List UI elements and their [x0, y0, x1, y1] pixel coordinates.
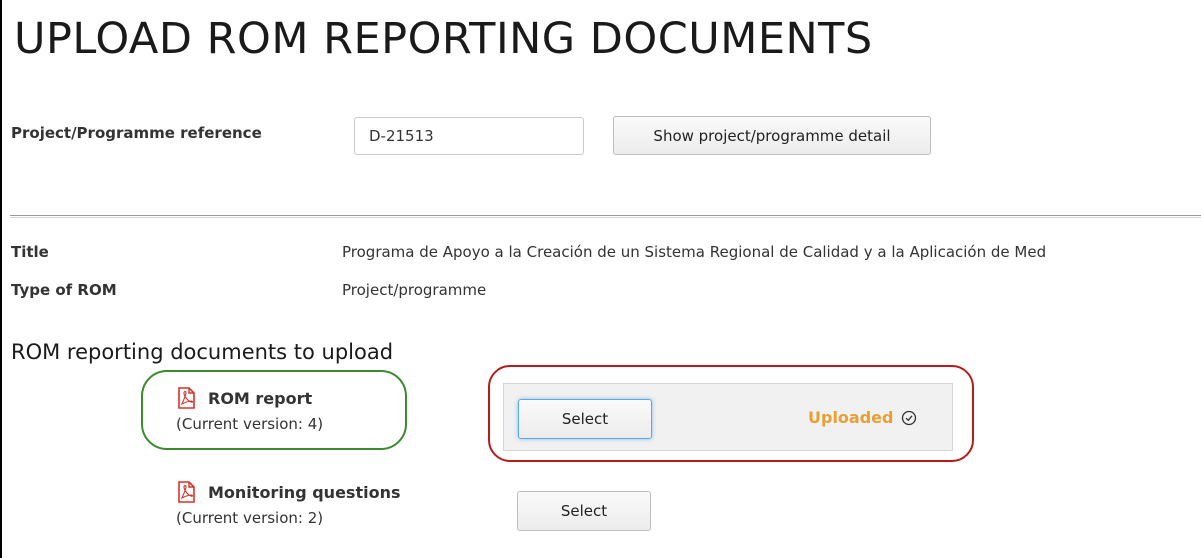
reference-label: Project/Programme reference [11, 124, 262, 142]
check-circle-icon [902, 410, 917, 425]
document-version: (Current version: 2) [176, 509, 324, 527]
select-button-rom-report[interactable]: Select [518, 399, 652, 439]
uploaded-status: Uploaded [808, 408, 917, 427]
section-heading: ROM reporting documents to upload [11, 340, 394, 364]
select-button-monitoring-questions[interactable]: Select [517, 491, 651, 531]
document-name: Monitoring questions [208, 482, 401, 502]
left-border [0, 0, 2, 558]
document-item-rom-report: ROM report (Current version: 4) [176, 387, 323, 433]
document-item-monitoring-questions: Monitoring questions (Current version: 2… [176, 481, 400, 527]
separator [10, 215, 1201, 218]
uploaded-status-label: Uploaded [808, 408, 894, 427]
type-value: Project/programme [342, 281, 487, 299]
document-name: ROM report [208, 388, 313, 408]
show-detail-button[interactable]: Show project/programme detail [613, 116, 931, 155]
pdf-icon [178, 481, 195, 503]
type-label: Type of ROM [11, 281, 117, 299]
pdf-icon [178, 387, 195, 409]
reference-input[interactable] [354, 117, 584, 155]
title-label: Title [11, 243, 49, 261]
page-title: UPLOAD ROM REPORTING DOCUMENTS [14, 14, 873, 64]
document-version: (Current version: 4) [176, 415, 324, 433]
title-value: Programa de Apoyo a la Creación de un Si… [342, 243, 1047, 261]
